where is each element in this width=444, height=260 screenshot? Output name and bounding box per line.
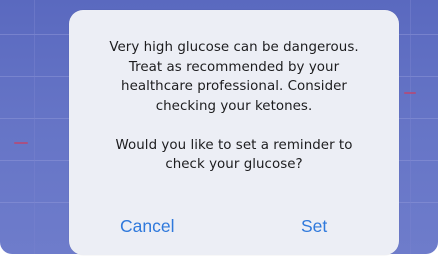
screen: Very high glucose can be dangerous. Trea… [0,0,444,260]
reminder-question-line: check your glucose? [165,157,303,172]
alert-message: Very high glucose can be dangerous. Trea… [87,38,381,175]
alert-message-line: Treat as recommended by your [128,59,340,75]
reminder-question-line: Would you like to set a reminder to [115,137,353,153]
alert-message-line: checking your ketones. [155,98,313,114]
alert-message-line: Very high glucose can be dangerous. [109,40,359,55]
graph-gridline [410,0,411,254]
graph-reading-mark [404,92,416,94]
alert-message-line: healthcare professional. Consider [121,79,347,94]
graph-gridline [34,0,35,254]
cancel-button[interactable]: Cancel [114,211,180,241]
set-reminder-button[interactable]: Set [295,211,333,241]
glucose-alert-dialog: Very high glucose can be dangerous. Trea… [69,10,399,255]
graph-reading-mark [14,142,28,144]
alert-actions: Cancel Set [69,211,399,241]
